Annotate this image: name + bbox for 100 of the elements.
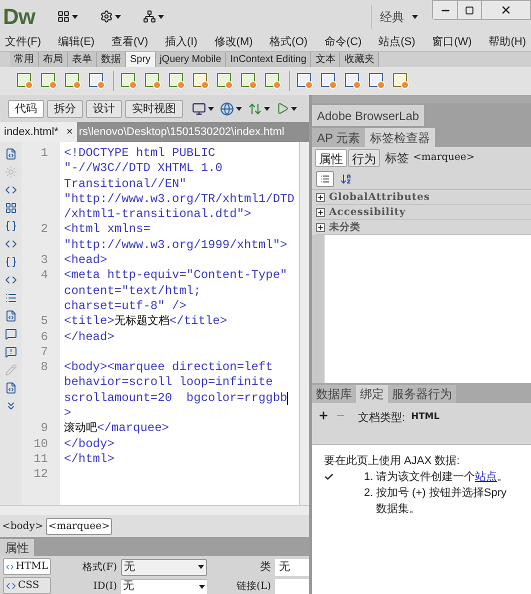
- tag-selector-item[interactable]: <marquee>: [46, 518, 112, 534]
- close-icon: [500, 4, 512, 16]
- line-number: 11: [32, 452, 48, 468]
- file-icon[interactable]: [5, 148, 17, 160]
- site-link[interactable]: 站点: [475, 471, 497, 483]
- line-number: 8: [40, 360, 48, 376]
- panel-tab[interactable]: 绑定: [356, 385, 388, 403]
- code-icon[interactable]: [5, 238, 17, 250]
- braces-icon[interactable]: [5, 256, 17, 268]
- menu-item[interactable]: 编辑(E): [58, 34, 95, 50]
- tag-selector-item[interactable]: <body>: [1, 518, 44, 534]
- close-button[interactable]: [482, 1, 530, 19]
- insert-tab[interactable]: jQuery Mobile: [156, 52, 226, 67]
- insert-tab[interactable]: 数据: [97, 52, 126, 67]
- panel-tab[interactable]: Adobe BrowserLab: [312, 105, 424, 126]
- format-select[interactable]: 无: [121, 558, 207, 576]
- maximize-button[interactable]: [458, 1, 482, 19]
- add-icon[interactable]: [318, 410, 329, 421]
- field-label: 类: [259, 560, 271, 575]
- inspector-mode-button[interactable]: 行为: [348, 148, 380, 166]
- grid-icon[interactable]: [5, 202, 17, 214]
- class-field[interactable]: 无: [275, 558, 309, 576]
- menu-item[interactable]: 格式(O): [270, 34, 308, 50]
- tag-name: <marquee>: [413, 151, 475, 165]
- widget-icon[interactable]: [345, 72, 362, 90]
- view-button[interactable]: 拆分: [47, 100, 83, 118]
- view-button[interactable]: 实时视图: [125, 100, 183, 118]
- category-label[interactable]: Accessibility: [329, 204, 406, 220]
- horizontal-scrollbar[interactable]: [0, 505, 309, 515]
- file-path: rs\lenovo\Desktop\1501530202\index.html: [78, 124, 284, 140]
- widget-icon[interactable]: [369, 72, 386, 90]
- widget-icon[interactable]: [393, 72, 410, 90]
- braces-icon[interactable]: [5, 220, 17, 232]
- layout-menu-icon[interactable]: [56, 10, 78, 23]
- code-icon: [6, 580, 16, 590]
- menu-item[interactable]: 站点(S): [378, 34, 416, 50]
- widget-icon[interactable]: [193, 72, 210, 90]
- widget-icon[interactable]: [297, 72, 314, 90]
- widget-icon[interactable]: [41, 72, 58, 90]
- expand-icon[interactable]: [316, 208, 325, 216]
- insert-tab[interactable]: 常用: [10, 52, 39, 67]
- category-label[interactable]: 未分类: [329, 220, 360, 234]
- expand-icon[interactable]: [316, 192, 325, 202]
- insert-tab[interactable]: Spry: [126, 52, 156, 67]
- link-field[interactable]: [275, 578, 309, 594]
- globe-icon[interactable]: [220, 102, 242, 116]
- menu-item[interactable]: 文件(F): [5, 34, 42, 50]
- menu-item[interactable]: 修改(M): [214, 34, 253, 50]
- file-icon[interactable]: [5, 310, 17, 322]
- settings-icon[interactable]: [100, 10, 121, 23]
- view-button[interactable]: 代码: [8, 100, 44, 118]
- widget-icon[interactable]: [241, 72, 258, 90]
- widget-icon[interactable]: [169, 72, 186, 90]
- close-tab-button[interactable]: ×: [62, 122, 77, 142]
- widget-icon[interactable]: [65, 72, 82, 90]
- widget-icon[interactable]: [265, 72, 282, 90]
- network-icon[interactable]: [142, 10, 164, 23]
- menu-item[interactable]: 帮助(H): [488, 34, 526, 50]
- insert-tab[interactable]: 布局: [39, 52, 68, 67]
- menu-item[interactable]: 命令(C): [324, 34, 362, 50]
- code-icon[interactable]: [5, 274, 17, 286]
- sort-icon[interactable]: [340, 172, 352, 184]
- widget-icon[interactable]: [121, 72, 138, 90]
- comment-icon[interactable]: [5, 328, 17, 340]
- category-view-icon[interactable]: [316, 170, 334, 186]
- play-icon[interactable]: [276, 102, 297, 115]
- view-button[interactable]: 设计: [86, 100, 122, 118]
- widget-icon[interactable]: [145, 72, 162, 90]
- panel-tab[interactable]: AP 元素: [312, 128, 366, 147]
- vertical-scrollbar[interactable]: [299, 142, 309, 505]
- code-icon[interactable]: [5, 184, 17, 196]
- menu-item[interactable]: 插入(I): [165, 34, 198, 50]
- panel-tab[interactable]: 标签检查器: [365, 128, 436, 147]
- menu-item[interactable]: 查看(V): [111, 34, 148, 50]
- expand-icon[interactable]: [316, 222, 325, 232]
- insert-tab[interactable]: 表单: [68, 52, 97, 67]
- monitor-icon[interactable]: [192, 102, 214, 116]
- id-select[interactable]: 无: [121, 578, 207, 594]
- chevrons-down-icon[interactable]: [5, 400, 17, 412]
- comment-icon[interactable]: [5, 346, 17, 358]
- document-tab[interactable]: index.html*: [0, 122, 62, 142]
- workspace-switcher[interactable]: 经典: [380, 8, 418, 26]
- insert-tab[interactable]: InContext Editing: [226, 52, 312, 67]
- widget-icon[interactable]: [321, 72, 338, 90]
- widget-icon[interactable]: [17, 72, 34, 90]
- mode-button[interactable]: CSS: [3, 577, 51, 594]
- line-number: 2: [40, 222, 48, 238]
- insert-tab[interactable]: 收藏夹: [340, 52, 380, 67]
- panel-tab[interactable]: 属性: [0, 539, 34, 556]
- file-icon[interactable]: [5, 382, 17, 394]
- mode-button[interactable]: HTML: [3, 558, 51, 575]
- widget-icon[interactable]: [217, 72, 234, 90]
- menu-item[interactable]: 窗口(W): [432, 34, 472, 50]
- transfer-icon[interactable]: [248, 102, 270, 116]
- inspector-mode-button[interactable]: 属性: [315, 148, 347, 166]
- panel-tab[interactable]: 数据库: [312, 385, 356, 403]
- panel-tab[interactable]: 服务器行为: [388, 385, 456, 403]
- insert-tab[interactable]: 文本: [311, 52, 340, 67]
- widget-icon[interactable]: [89, 72, 106, 90]
- category-label[interactable]: GlobalAttributes: [329, 190, 430, 204]
